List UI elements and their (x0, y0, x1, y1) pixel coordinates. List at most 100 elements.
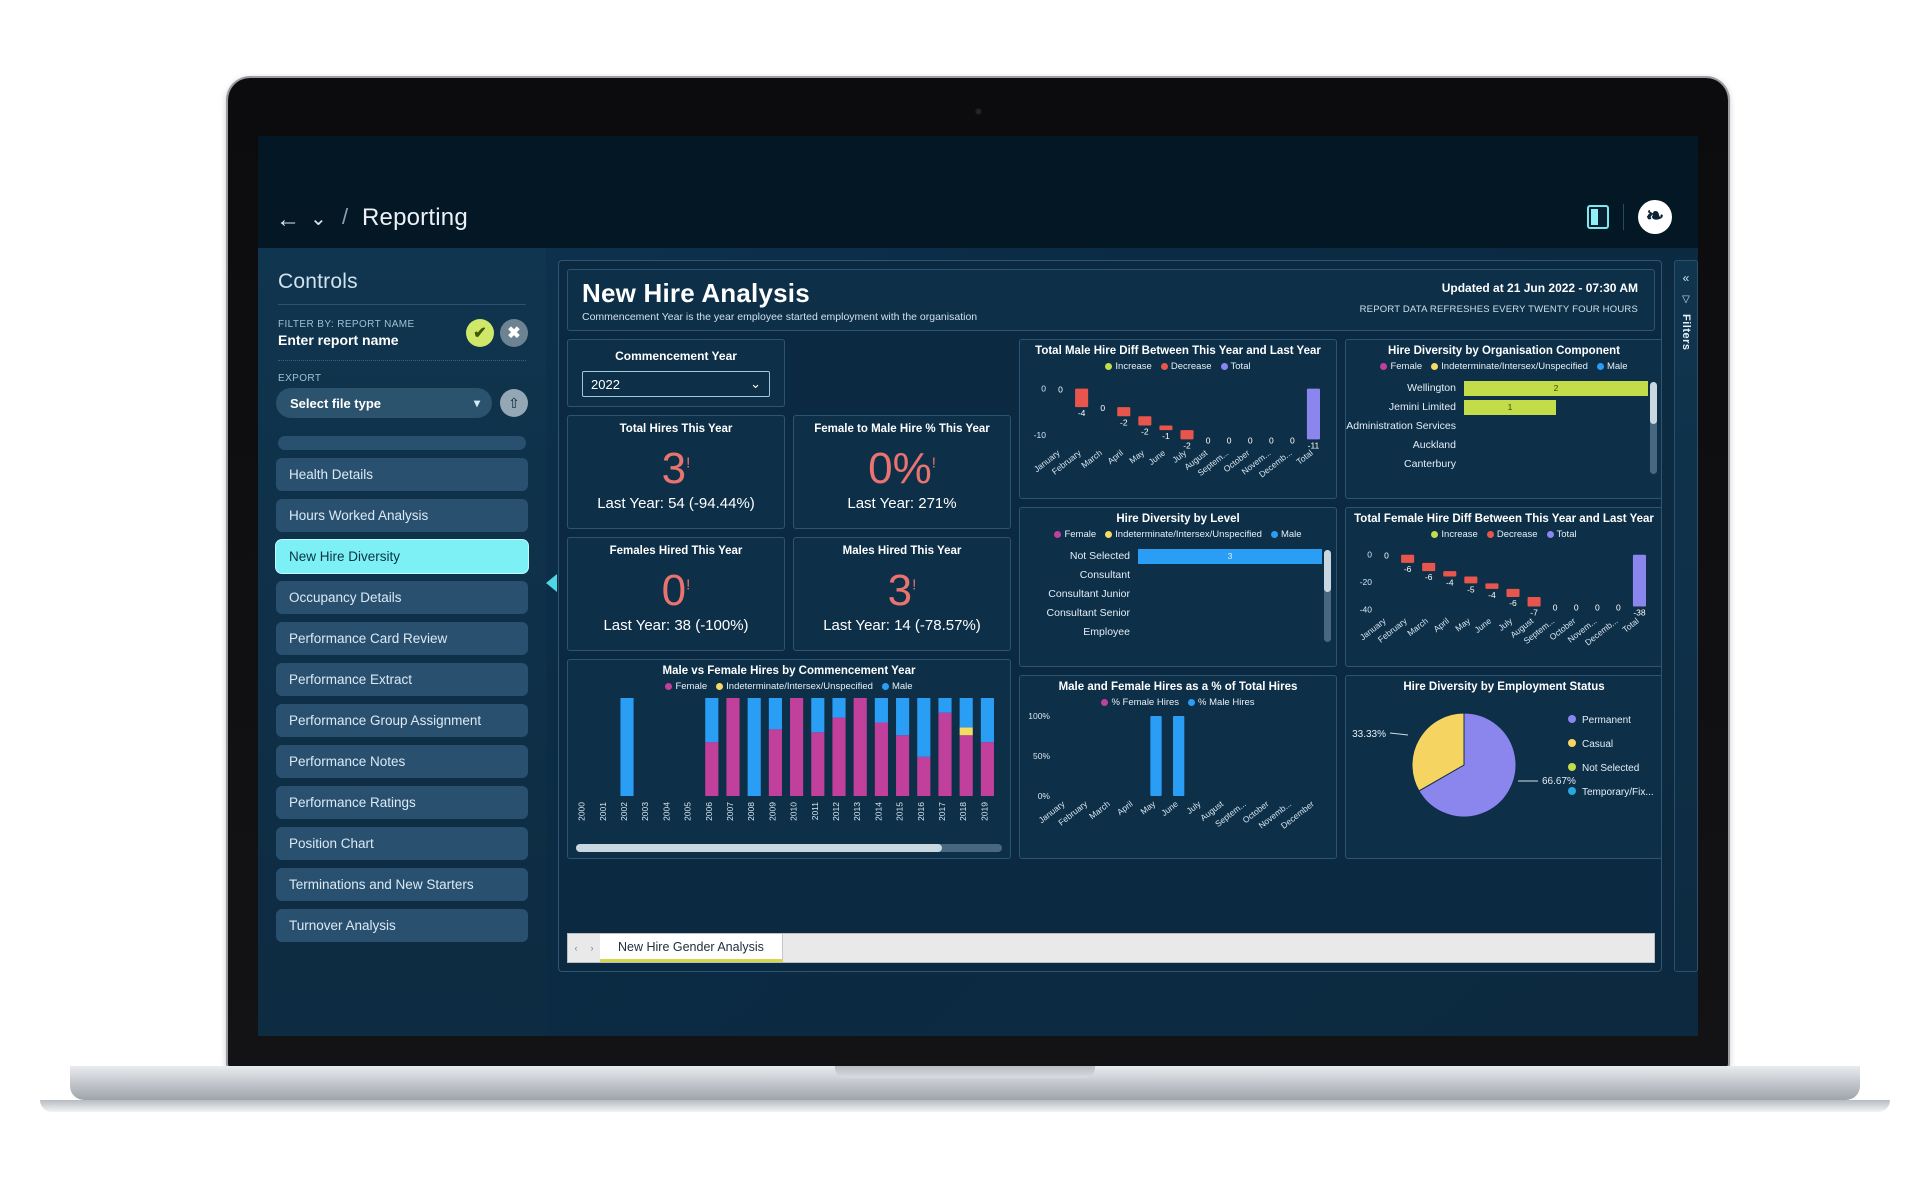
legend-swatch (1105, 531, 1113, 538)
export-file-type-select[interactable]: Select file type ▾ (276, 388, 492, 418)
legend-item[interactable]: Indeterminate/Intersex/Unspecified (1431, 361, 1588, 372)
svg-text:-1: -1 (1162, 431, 1170, 441)
tab-next-button[interactable]: › (584, 934, 600, 962)
nav-row: ← ⌄ / Reporting (258, 198, 1698, 248)
legend-item[interactable]: Male (1596, 361, 1628, 372)
kpi-females-hired: Females Hired This Year 0! Last Year: 38… (567, 537, 785, 651)
bar-category-label: Auckland (1412, 439, 1456, 451)
legend-label: Female (675, 681, 708, 692)
sidebar-item-performance-ratings[interactable]: Performance Ratings (276, 786, 528, 819)
legend-item[interactable]: Male (1270, 529, 1302, 540)
bar-category-label: Jemini Limited (1388, 401, 1456, 413)
sidebar-item-performance-extract[interactable]: Performance Extract (276, 663, 528, 696)
bar-fill[interactable]: 3 (1138, 548, 1322, 564)
collapse-icon[interactable]: « (1683, 271, 1690, 285)
tab-new-hire-gender-analysis[interactable]: New Hire Gender Analysis (600, 934, 783, 962)
active-item-pointer (546, 574, 557, 592)
bar-track (1138, 568, 1322, 583)
kpi-value: 3! (794, 569, 1010, 613)
clear-filter-button[interactable]: ✖ (500, 319, 528, 347)
sidebar-item-performance-group-assignment[interactable]: Performance Group Assignment (276, 704, 528, 737)
confirm-filter-button[interactable]: ✔ (466, 319, 494, 347)
sidebar-item-performance-card-review[interactable]: Performance Card Review (276, 622, 528, 655)
commencement-year-select[interactable]: 2022 ⌄ (582, 371, 770, 397)
svg-text:May: May (1138, 798, 1157, 816)
avatar[interactable]: ❧ (1638, 200, 1672, 234)
svg-text:-40: -40 (1360, 604, 1373, 614)
widget-grid: Commencement Year 2022 ⌄ Total Hires Thi… (567, 339, 1661, 927)
legend-item[interactable]: % Female Hires (1101, 697, 1179, 708)
laptop-base (70, 1066, 1860, 1100)
tab-prev-button[interactable]: ‹ (568, 934, 584, 962)
bar-category-label: Consultant Junior (1048, 588, 1130, 600)
dashboard-content: New Hire Analysis Commencement Year is t… (567, 269, 1661, 929)
refresh-note: REPORT DATA REFRESHES EVERY TWENTY FOUR … (1359, 304, 1638, 315)
legend-item[interactable]: Increase (1431, 529, 1478, 540)
bar-fill[interactable]: 1 (1464, 399, 1556, 415)
bar-category-label: Canterbury (1404, 458, 1456, 470)
legend-item[interactable]: Female (1380, 361, 1422, 372)
sidebar-item-occupancy-details[interactable]: Occupancy Details (276, 581, 528, 614)
svg-text:0%: 0% (1038, 791, 1051, 801)
svg-text:-38: -38 (1633, 608, 1646, 618)
bar-track: 3 (1138, 548, 1322, 564)
legend-item[interactable]: Decrease (1486, 529, 1538, 540)
legend-item[interactable]: Indeterminate/Intersex/Unspecified (1105, 529, 1262, 540)
svg-text:50%: 50% (1033, 751, 1050, 761)
svg-text:April: April (1115, 799, 1135, 817)
svg-text:2016: 2016 (916, 802, 926, 821)
sidebar-item-hours-worked-analysis[interactable]: Hours Worked Analysis (276, 499, 528, 532)
sidebar-item-turnover-analysis[interactable]: Turnover Analysis (276, 909, 528, 942)
legend-swatch (1054, 531, 1062, 538)
bar-fill[interactable]: 2 (1464, 380, 1648, 396)
panel-toggle-icon[interactable] (1587, 205, 1609, 229)
legend-item[interactable]: Female (665, 681, 707, 692)
back-arrow-icon[interactable]: ← (276, 208, 300, 232)
kpi-value: 0%! (794, 447, 1010, 491)
legend-swatch (716, 683, 724, 690)
legend-label: Female (1390, 361, 1423, 372)
divider (278, 304, 526, 305)
svg-text:-5: -5 (1467, 584, 1475, 594)
dashboard-canvas: New Hire Analysis Commencement Year is t… (558, 260, 1662, 972)
laptop-mockup: ← ⌄ / Reporting ❧ Controls FILTER BY: RE… (0, 0, 1920, 1195)
legend-label: Indeterminate/Intersex/Unspecified (1115, 529, 1262, 540)
legend-label: % Female Hires (1111, 697, 1180, 708)
legend-item[interactable]: % Male Hires (1188, 697, 1255, 708)
chart-plot: 0% 50% 100% January February March April May Jun… (1020, 708, 1336, 844)
legend-item[interactable]: Increase (1105, 361, 1152, 372)
chart-scrollbar[interactable] (1650, 382, 1657, 474)
legend-item[interactable]: Total (1220, 361, 1251, 372)
legend-item[interactable]: Decrease (1160, 361, 1212, 372)
legend-item[interactable]: Total (1546, 529, 1577, 540)
bar-category-label: Not Selected (1069, 550, 1130, 562)
sidebar-item-health-details[interactable]: Health Details (276, 458, 528, 491)
svg-text:0: 0 (1100, 403, 1105, 413)
chevron-down-icon[interactable]: ⌄ (310, 209, 327, 229)
legend-item[interactable]: Male (881, 681, 913, 692)
svg-text:2011: 2011 (810, 802, 820, 821)
bar-track: 2 (1464, 380, 1648, 396)
filters-rail[interactable]: « ▽ Filters (1674, 260, 1698, 972)
legend-item[interactable]: Female (1054, 529, 1096, 540)
kpi-number: 0 (661, 566, 687, 615)
chart-horizontal-scrollbar[interactable] (576, 844, 1002, 852)
filter-input[interactable]: Enter report name (278, 332, 415, 348)
bar-row: Consultant Senior (1020, 605, 1322, 621)
kpi-title: Total Hires This Year (619, 423, 733, 435)
svg-text:-7: -7 (1530, 608, 1538, 618)
sidebar-item-new-hire-diversity[interactable]: New Hire Diversity (276, 540, 528, 573)
legend-item[interactable]: Indeterminate/Intersex/Unspecified (716, 681, 873, 692)
sidebar-item-label: Terminations and New Starters (289, 877, 474, 892)
kpi-total-hires: Total Hires This Year 3! Last Year: 54 (… (567, 415, 785, 529)
chart-scrollbar[interactable] (1324, 550, 1331, 642)
sidebar-item-position-chart[interactable]: Position Chart (276, 827, 528, 860)
svg-text:June: June (1146, 448, 1167, 467)
bar-row: Auckland (1346, 437, 1648, 453)
sidebar-item-performance-notes[interactable]: Performance Notes (276, 745, 528, 778)
sidebar-item-terminations-and-new-starters[interactable]: Terminations and New Starters (276, 868, 528, 901)
export-button[interactable]: ⇧ (500, 389, 528, 417)
breadcrumb[interactable]: Reporting (362, 204, 468, 232)
chart-title: Male and Female Hires as a % of Total Hi… (1058, 681, 1298, 693)
legend-swatch (1596, 363, 1604, 370)
